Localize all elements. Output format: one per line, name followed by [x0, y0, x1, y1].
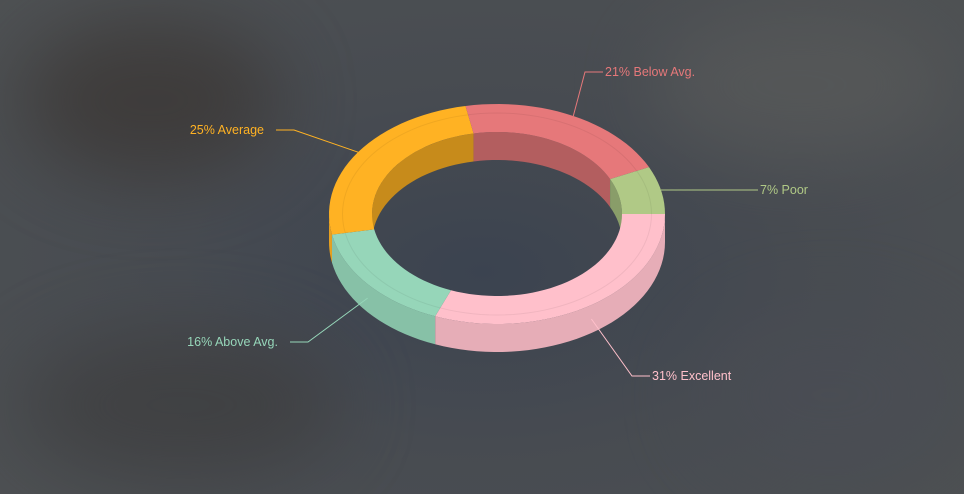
data-label-below-avg-: 21% Below Avg.: [605, 65, 695, 79]
leader-line-above-avg-: [290, 297, 368, 343]
data-label-poor: 7% Poor: [760, 183, 808, 197]
chart-area: 31% Excellent 16% Above Avg. 25% Average 21…: [0, 0, 964, 494]
leader-line-below-avg-: [572, 71, 603, 117]
data-label-above-avg-: 16% Above Avg.: [187, 335, 278, 349]
leader-line-average: [276, 129, 359, 153]
donut-chart: 31% Excellent 16% Above Avg. 25% Average 21…: [187, 65, 808, 383]
data-label-average: 25% Average: [190, 123, 264, 137]
data-label-excellent: 31% Excellent: [652, 369, 732, 383]
